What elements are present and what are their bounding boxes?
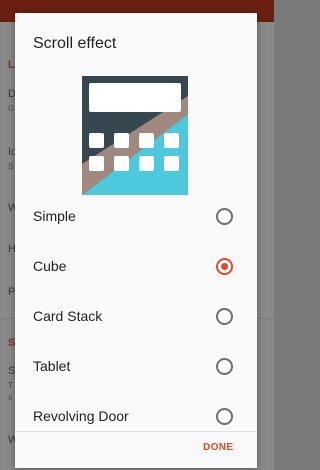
option-card-stack[interactable]: Card Stack [15, 293, 257, 341]
radio-button-unchecked[interactable] [216, 308, 233, 325]
scroll-effect-dialog: Scroll effect Simple Cube Card Stack Tab… [15, 13, 257, 468]
option-cube[interactable]: Cube [15, 243, 257, 291]
option-label: Tablet [33, 358, 71, 374]
done-button[interactable]: DONE [203, 442, 234, 453]
option-label: Revolving Door [33, 408, 129, 424]
background-item-subtitle: G [8, 104, 15, 113]
option-revolving-door[interactable]: Revolving Door [15, 393, 257, 441]
dialog-footer-divider [15, 431, 257, 432]
radio-button-unchecked[interactable] [216, 408, 233, 425]
background-section-header: L [8, 59, 15, 71]
radio-button-unchecked[interactable] [216, 358, 233, 375]
option-tablet[interactable]: Tablet [15, 343, 257, 391]
radio-button-unchecked[interactable] [216, 208, 233, 225]
dialog-title: Scroll effect [33, 35, 117, 52]
option-simple[interactable]: Simple [15, 193, 257, 241]
app-drawer-preview-icon [82, 76, 188, 195]
background-item-subtitle: s [8, 393, 12, 402]
background-item-subtitle: T [8, 381, 13, 390]
background-item-subtitle: S [8, 162, 14, 171]
radio-button-checked[interactable] [216, 258, 233, 275]
option-label: Cube [33, 258, 67, 274]
option-label: Card Stack [33, 308, 103, 324]
option-label: Simple [33, 208, 76, 224]
